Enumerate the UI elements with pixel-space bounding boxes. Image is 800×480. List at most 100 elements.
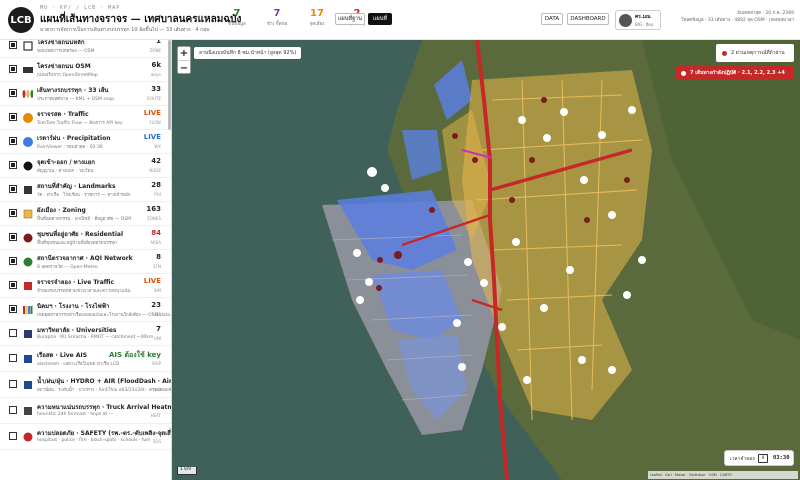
page-subtitle: มาตรการจัดการเป็นการเดินทางรถบรรทุก 10 ล… <box>40 27 210 33</box>
data-button[interactable]: DATA <box>541 13 563 25</box>
layer-unit: H₂O <box>153 387 161 392</box>
layer-checkbox[interactable] <box>9 185 17 193</box>
layer-description: TomTom Traffic Flow — ต้องการ API key <box>37 121 123 126</box>
truck-sim-icon <box>22 280 33 291</box>
layer-checkbox[interactable] <box>9 257 17 265</box>
layer-checkbox[interactable] <box>9 233 17 241</box>
university-icon <box>22 328 33 339</box>
layer-name: สถานที่สำคัญ · Landmarks <box>37 183 116 190</box>
sidebar-scrollbar[interactable] <box>168 40 171 130</box>
layer-checkbox[interactable] <box>9 41 17 49</box>
layer-description: วัด · ท่าเรือ · โรงเรียน · ราชการ — ทางเ… <box>37 193 131 198</box>
layer-item[interactable]: จราจรจำลอง · Live Traffic จำลองรถบรรทุกตา… <box>0 274 171 298</box>
layer-checkbox[interactable] <box>9 89 17 97</box>
layer-item[interactable]: สถานที่สำคัญ · Landmarks วัด · ท่าเรือ · … <box>0 178 171 202</box>
route-dot-icon <box>681 70 686 76</box>
update-meta: โหลดข้อมูล · 33 เส้นทาง · 4892 จุด OSM ·… <box>681 18 794 23</box>
layer-checkbox[interactable] <box>9 65 17 73</box>
layer-unit: NODE <box>149 168 161 173</box>
traffic-icon <box>22 112 33 123</box>
truck-route-icon <box>22 88 33 99</box>
basemap-button[interactable]: แผนที่ฐาน <box>335 13 365 25</box>
layer-checkbox[interactable] <box>9 432 17 440</box>
map-layers <box>172 40 800 480</box>
layer-checkbox[interactable] <box>9 305 17 313</box>
user-menu[interactable]: ศร.มณ BIG · สีดอ <box>615 10 661 30</box>
layer-item[interactable]: เรือสด · Live AIS aisstream · เฉพาะเรือใน… <box>0 346 171 372</box>
zoom-control[interactable]: + − <box>177 46 191 74</box>
layer-checkbox[interactable] <box>9 137 17 145</box>
layer-unit: SHIP <box>151 361 161 366</box>
layer-checkbox[interactable] <box>9 113 17 121</box>
stat-item: 7 ชั้นข้อมูล <box>222 8 252 27</box>
layer-unit: AREA <box>150 240 161 245</box>
layer-name: โครงข่ายถนน OSM <box>37 63 91 70</box>
residential-icon <box>22 232 33 243</box>
layer-item[interactable]: มหาวิทยาลัย · Universities Burapha · KU S… <box>0 322 171 346</box>
map-attribution[interactable]: Leaflet · Esri · Maxar · Earthstar · OSM… <box>648 471 798 479</box>
layer-unit: SIM <box>153 288 161 293</box>
stat-label: จุดเสี่ยง <box>309 22 325 27</box>
layer-item[interactable]: ชุมชนที่อยู่อาศัย · Residential พื้นที่ชุ… <box>0 226 171 250</box>
sim-time-label: เวลาจำลอง <box>730 456 755 462</box>
layer-unit: SOS <box>152 439 161 444</box>
incidents-panel[interactable]: 2 ผ่านเหตุการณ์ที่ถ้าผ่าน <box>716 44 794 62</box>
layer-item[interactable]: สถานีตรวจอากาศ · AQI Network 8 จุดตรวจวัด… <box>0 250 171 274</box>
rain-radar-icon <box>22 136 33 147</box>
layer-item[interactable]: น้ำ/ฝน/ฝุ่น · HYDRO + AIR (FloodDash · A… <box>0 372 171 398</box>
layer-description: heuristic 24h forecast · hops at — <box>37 412 114 417</box>
layer-checkbox[interactable] <box>9 161 17 169</box>
layer-description: ขอบเขตการปกครอง — OSM <box>37 49 95 54</box>
layer-count: 6k <box>151 61 161 69</box>
ship-icon <box>22 353 33 364</box>
pause-button[interactable]: II <box>758 454 768 463</box>
layer-description: 8 จุดตรวจวัด — Open-Meteo <box>37 265 98 270</box>
layer-count: 8 <box>156 253 161 261</box>
layer-item[interactable]: ความหนาแน่นรถบรรทุก · Truck Arrival Heat… <box>0 398 172 424</box>
active-routes-panel[interactable]: 7 เส้นทางกำลังปฏิบัติ · 2.1, 2.2, 2.3 +4 <box>676 66 794 80</box>
zoom-out-button[interactable]: − <box>178 61 190 75</box>
map-info-pill: ลานนิ่งแบ่งบันทึก 8 ซม.นำหน้า (สูงสุด 92… <box>194 47 302 59</box>
layer-item[interactable]: ผังเมือง · Zoning พื้นที่อุตสาหกรรม · พาณ… <box>0 202 171 226</box>
layer-item[interactable]: เส้นทางรถบรรทุก · 33 เส้น ประกาศเทศบาล — … <box>0 82 171 106</box>
layer-description: พื้นที่ชุมชนและหมู่บ้านที่เสี่ยงต่อรถบรร… <box>37 241 117 246</box>
layer-unit: STN <box>153 264 161 269</box>
layer-item[interactable]: โครงข่ายถนน OSM ถนนจริงจาก OpenStreetMap 6… <box>0 58 171 82</box>
layer-unit: ZONES <box>147 216 161 221</box>
zoning-icon <box>22 208 33 219</box>
layer-item[interactable]: โครงข่ายถนนหลัก ขอบเขตการปกครอง — OSM 1 ZON… <box>0 40 171 58</box>
layer-item[interactable]: ความปลอดภัย · SAFETY (รพ.-ตร.-ดับเพลิง-จ… <box>0 424 171 450</box>
stat-item: 7 ข้าง จิ๊ดขอ <box>262 8 292 27</box>
layer-checkbox[interactable] <box>9 354 17 362</box>
layer-count: LIVE <box>143 109 161 117</box>
map-canvas[interactable] <box>172 40 800 480</box>
layer-item[interactable]: เรดาร์ฝน · Precipitation RainViewer · รอบ… <box>0 130 171 154</box>
layer-checkbox[interactable] <box>9 209 17 217</box>
layer-item[interactable]: จุดเข้า-ออก / ทางแยก สัญญาณ · ทางแยก · วง… <box>0 154 171 178</box>
user-name: ศร.มณ <box>635 14 651 20</box>
update-info: อัปเดตล่าสุด · 20 ก.ค. 2569 โหลดข้อมูล ·… <box>681 10 794 24</box>
layer-count: 84 <box>151 229 161 237</box>
heatmap-icon <box>22 405 33 416</box>
layer-name: จราจรจำลอง · Live Traffic <box>37 279 115 286</box>
layer-description: ถนนจริงจาก OpenStreetMap <box>37 73 98 78</box>
layer-unit: HEAT <box>150 413 161 418</box>
layer-checkbox[interactable] <box>9 380 17 388</box>
layer-checkbox[interactable] <box>9 281 17 289</box>
zoom-in-button[interactable]: + <box>178 47 190 61</box>
layer-name: นิคมฯ · โรงงาน · โรงไฟฟ้า <box>37 303 110 310</box>
layer-item[interactable]: นิคมฯ · โรงงาน · โรงไฟฟ้า เขตอุตสาหกรรมท่… <box>0 298 171 322</box>
map-button[interactable]: แผนที่ <box>368 13 392 25</box>
dashboard-button[interactable]: DASHBOARD <box>567 13 609 25</box>
safety-icon <box>22 431 33 442</box>
layer-name: เรือสด · Live AIS <box>37 352 88 359</box>
avatar <box>619 14 632 27</box>
layer-checkbox[interactable] <box>9 329 17 337</box>
layer-unit: ZONE <box>149 48 161 53</box>
app-logo[interactable]: LCB <box>8 7 34 33</box>
layer-item[interactable]: จราจรสด · Traffic TomTom Traffic Flow — ต… <box>0 106 171 130</box>
layer-count: 42 <box>151 157 161 165</box>
layer-name: ความหนาแน่นรถบรรทุก · Truck Arrival Heat… <box>37 404 172 411</box>
layer-unit: POI <box>154 192 161 197</box>
layer-checkbox[interactable] <box>9 406 17 414</box>
